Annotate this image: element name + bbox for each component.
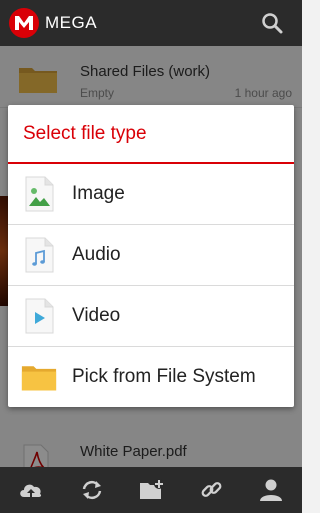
option-pick-from-file-system[interactable]: Pick from File System	[8, 347, 294, 407]
image-file-icon	[25, 176, 54, 212]
option-label: Image	[72, 183, 125, 204]
link-icon	[201, 482, 222, 497]
dialog-title: Select file type	[23, 123, 147, 144]
upload-icon	[20, 484, 42, 498]
account-icon	[260, 479, 282, 501]
upload-button[interactable]	[18, 478, 44, 502]
new-folder-button[interactable]	[139, 478, 165, 502]
option-video[interactable]: Video	[8, 286, 294, 347]
option-label: Pick from File System	[72, 366, 256, 387]
video-file-icon	[25, 298, 54, 334]
folder-icon	[21, 366, 57, 391]
search-button[interactable]	[260, 11, 284, 35]
account-button[interactable]	[258, 478, 284, 502]
option-audio[interactable]: Audio	[8, 225, 294, 286]
sync-icon	[82, 480, 102, 500]
option-image[interactable]: Image	[8, 164, 294, 225]
select-file-type-dialog: Select file type Image Audio Video Pick …	[8, 105, 294, 407]
app-title: MEGA	[45, 13, 98, 32]
sync-button[interactable]	[79, 478, 105, 502]
bottom-toolbar	[0, 467, 302, 513]
get-link-button[interactable]	[199, 478, 225, 502]
new-folder-icon	[140, 479, 164, 499]
option-label: Video	[72, 305, 121, 326]
action-bar: MEGA	[0, 0, 302, 46]
option-label: Audio	[72, 244, 121, 265]
mega-logo-icon	[15, 16, 33, 30]
mega-logo[interactable]	[9, 8, 39, 38]
audio-file-icon	[25, 237, 54, 273]
search-icon	[262, 13, 283, 34]
